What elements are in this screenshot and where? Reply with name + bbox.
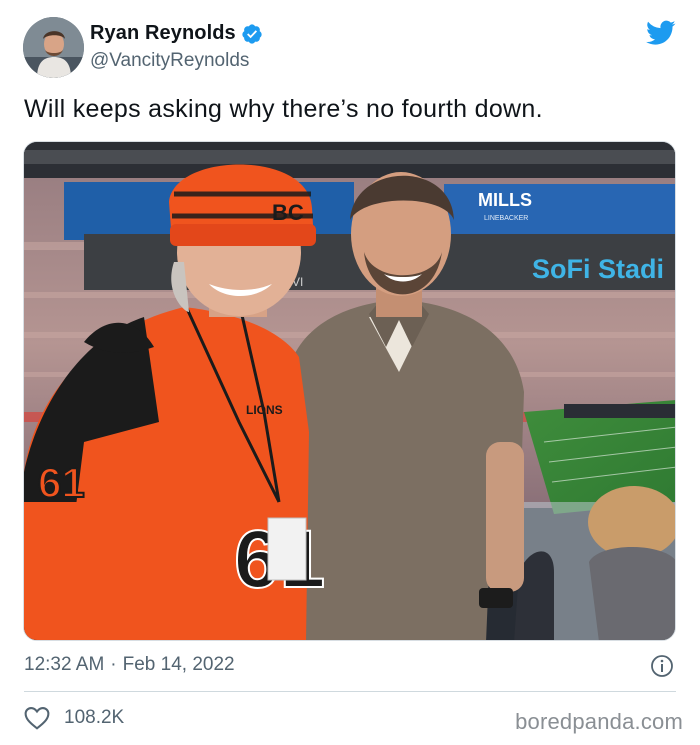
tweet-time[interactable]: 12:32 AM bbox=[24, 654, 104, 675]
like-action[interactable]: 108.2K bbox=[24, 706, 124, 730]
tweet-card: Ryan Reynolds @VancityReynolds Will keep… bbox=[0, 0, 700, 745]
tweet-photo[interactable]: MILLS LINEBACKER SoFi Stadi VI 61 LIONS … bbox=[23, 141, 676, 641]
tweet-text: Will keeps asking why there’s no fourth … bbox=[24, 95, 543, 123]
tweet-date[interactable]: Feb 14, 2022 bbox=[123, 654, 235, 675]
screen-right-text: MILLS bbox=[478, 190, 532, 210]
author-name-row[interactable]: Ryan Reynolds bbox=[90, 22, 263, 45]
divider bbox=[24, 691, 676, 692]
screen-sub-text: LINEBACKER bbox=[484, 215, 528, 222]
like-count: 108.2K bbox=[64, 707, 125, 728]
heart-icon[interactable] bbox=[24, 706, 50, 730]
verified-badge-icon bbox=[242, 23, 262, 44]
sleeve-number: 61 bbox=[38, 459, 85, 506]
twitter-bird-icon[interactable] bbox=[646, 20, 676, 46]
info-icon[interactable] bbox=[650, 654, 674, 678]
tweet-timestamp[interactable]: 12:32 AM · Feb 14, 2022 bbox=[24, 654, 235, 676]
author-handle[interactable]: @VancityReynolds bbox=[90, 50, 249, 72]
hat-logo: BC bbox=[272, 200, 304, 225]
stadium-sign: SoFi Stadi bbox=[532, 254, 664, 284]
author-avatar[interactable] bbox=[23, 17, 84, 78]
meta-separator: · bbox=[110, 654, 117, 675]
author-display-name[interactable]: Ryan Reynolds bbox=[90, 22, 236, 45]
source-watermark: boredpanda.com bbox=[515, 709, 683, 734]
